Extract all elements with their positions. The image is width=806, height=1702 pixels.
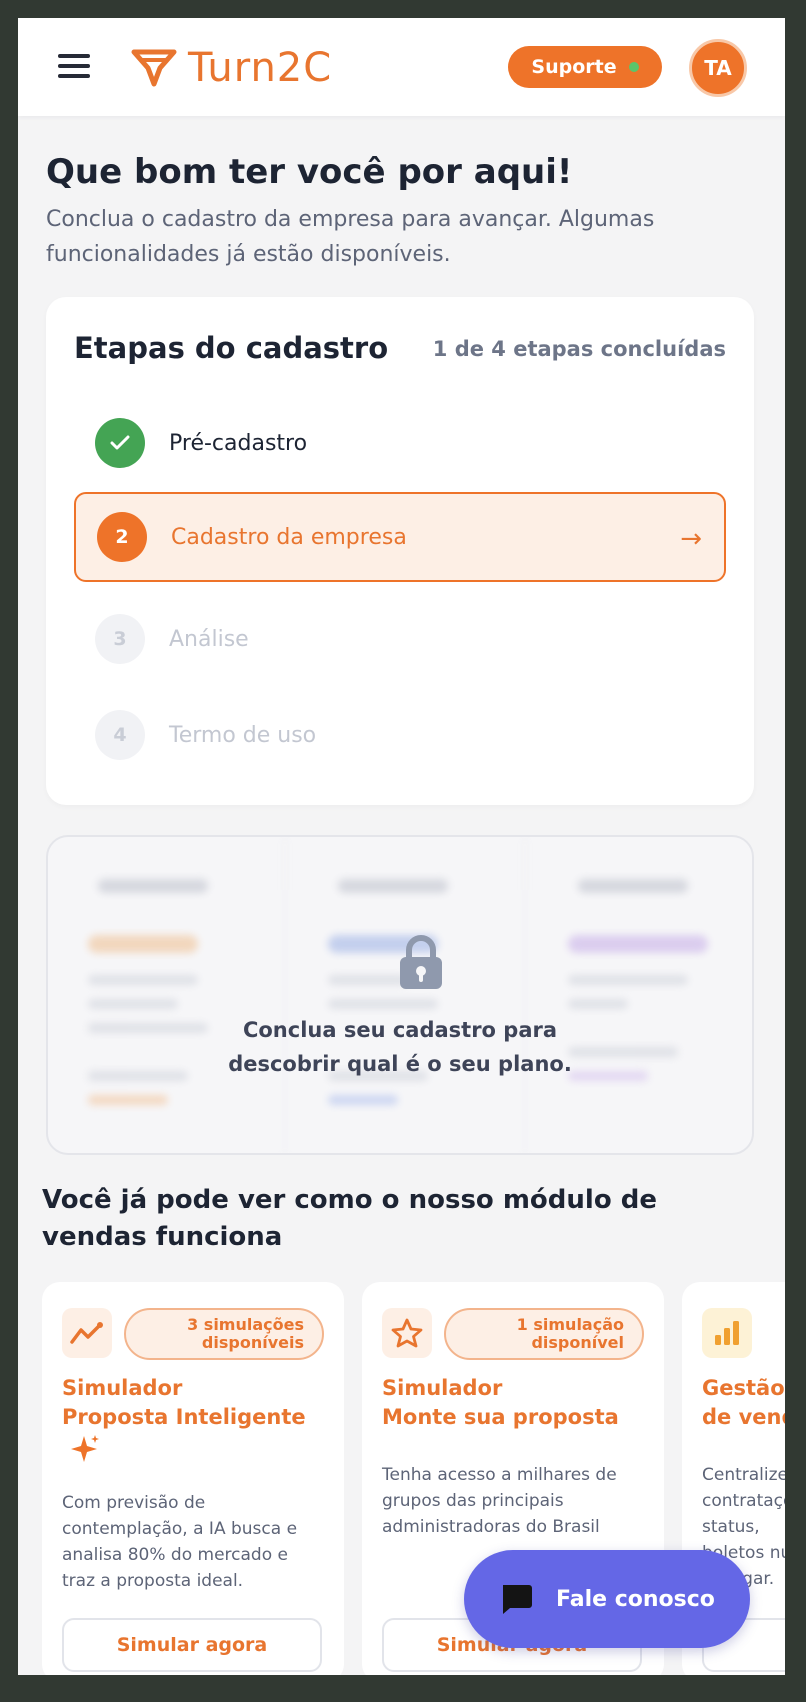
step-cadastro-empresa[interactable]: 2 Cadastro da empresa → [74,492,726,582]
module-description: Com previsão de contemplação, a IA busca… [62,1493,298,1591]
steps-title: Etapas do cadastro [74,331,389,365]
step-label: Análise [169,626,249,652]
step-pre-cadastro[interactable]: Pré-cadastro [74,398,726,488]
check-icon [95,418,145,468]
registration-steps-card: Etapas do cadastro 1 de 4 etapas concluí… [46,297,754,805]
badge-line-2: disponível [531,1333,624,1352]
step-label: Termo de uso [169,722,317,748]
support-button[interactable]: Suporte [508,46,662,88]
chart-line-icon [62,1308,112,1358]
lock-icon [400,935,442,989]
module-name-line-2: Proposta Inteligente [62,1405,306,1429]
step-number: 2 [97,512,147,562]
module-name-line-2: de vendas [702,1405,785,1429]
simulations-badge: 1 simulação disponível [444,1308,644,1360]
blurred-plans-preview [48,837,752,1153]
app-viewport: Turn2C Suporte TA Que bom ter você por a… [18,18,785,1675]
locked-message-line-2: descobrir qual é o seu plano. [228,1052,572,1076]
logo[interactable]: Turn2C [130,44,332,92]
star-icon [382,1308,432,1358]
online-status-dot [628,62,639,72]
page-title: Que bom ter você por aqui! [46,152,573,192]
hamburger-menu-icon[interactable] [58,54,92,80]
badge-line-2: disponíveis [201,1333,304,1352]
locked-message-line-1: Conclua seu cadastro para [242,1018,558,1042]
module-description: Tenha acesso a milhares de grupos das pr… [382,1465,617,1537]
page-subtitle: Conclua o cadastro da empresa para avanç… [46,207,655,267]
bar-chart-icon [702,1308,752,1358]
support-label: Suporte [531,56,617,78]
logo-text: Turn2C [188,45,333,91]
module-name: Simulador Monte sua proposta [382,1374,642,1432]
step-label: Cadastro da empresa [171,524,407,550]
module-name: Gestão de vendas [702,1374,785,1432]
step-number: 4 [95,710,145,760]
step-label: Pré-cadastro [169,430,308,456]
badge-line-1: 1 simulação [516,1315,624,1334]
module-name-line-2: Monte sua proposta [382,1405,619,1429]
sales-module-heading: Você já pode ver como o nosso módulo de … [42,1185,657,1252]
arrow-right-icon: → [680,524,702,554]
module-name: Simulador Proposta Inteligente [62,1374,322,1472]
sparkle-icon [71,1435,99,1462]
chat-button[interactable]: Fale conosco [464,1550,750,1648]
user-avatar[interactable]: TA [689,39,747,97]
locked-plans-message: Conclua seu cadastro para descobrir qual… [48,1013,752,1081]
step-termo-de-uso: 4 Termo de uso [74,690,726,780]
step-analise: 3 Análise [74,594,726,684]
chat-label: Fale conosco [556,1586,715,1612]
top-header: Turn2C Suporte TA [18,18,785,116]
module-name-line-1: Simulador [382,1376,503,1400]
simulations-badge: 3 simulações disponíveis [124,1308,324,1360]
step-number: 3 [95,614,145,664]
locked-plans-card: Conclua seu cadastro para descobrir qual… [46,835,754,1155]
steps-progress: 1 de 4 etapas concluídas [432,337,726,361]
module-card-proposta-inteligente: 3 simulações disponíveis Simulador Propo… [42,1282,344,1675]
badge-line-1: 3 simulações [187,1315,304,1334]
module-name-line-1: Gestão [702,1376,785,1400]
module-name-line-1: Simulador [62,1376,183,1400]
simulate-now-button[interactable]: Simular agora [62,1618,322,1672]
logo-mark-icon [131,49,177,87]
chat-bubble-icon [503,1585,532,1614]
